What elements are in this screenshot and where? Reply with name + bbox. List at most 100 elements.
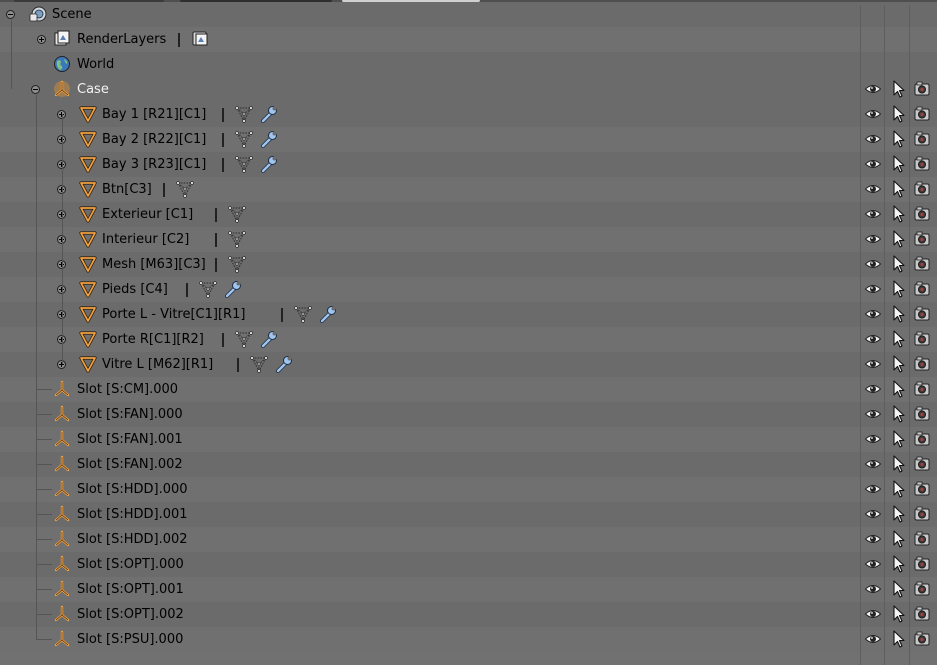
mesh-data-icon[interactable] bbox=[250, 355, 268, 373]
object-row-empty[interactable]: Slot [S:CM].000 bbox=[0, 377, 937, 402]
render-camera-icon[interactable] bbox=[913, 130, 931, 148]
wrench-modifier-icon[interactable] bbox=[260, 330, 278, 348]
selectability-cursor-icon[interactable] bbox=[889, 230, 907, 248]
object-row-mesh[interactable]: Btn[C3] bbox=[0, 177, 937, 202]
render-camera-icon[interactable] bbox=[913, 555, 931, 573]
selectability-cursor-icon[interactable] bbox=[889, 280, 907, 298]
selectability-cursor-icon[interactable] bbox=[889, 555, 907, 573]
visibility-eye-icon[interactable] bbox=[864, 255, 882, 273]
visibility-eye-icon[interactable] bbox=[864, 155, 882, 173]
mesh-data-icon[interactable] bbox=[228, 205, 246, 223]
render-camera-icon[interactable] bbox=[913, 230, 931, 248]
selectability-cursor-icon[interactable] bbox=[889, 180, 907, 198]
visibility-eye-icon[interactable] bbox=[864, 630, 882, 648]
selectability-cursor-icon[interactable] bbox=[889, 505, 907, 523]
scene-row[interactable]: Scene bbox=[0, 2, 937, 27]
render-camera-icon[interactable] bbox=[913, 430, 931, 448]
case-collapse-toggle[interactable] bbox=[31, 85, 40, 94]
render-layers-row[interactable]: RenderLayers bbox=[0, 27, 937, 52]
wrench-modifier-icon[interactable] bbox=[224, 280, 242, 298]
render-camera-icon[interactable] bbox=[913, 530, 931, 548]
object-row-mesh[interactable]: Pieds [C4] bbox=[0, 277, 937, 302]
selectability-cursor-icon[interactable] bbox=[889, 580, 907, 598]
selectability-cursor-icon[interactable] bbox=[889, 530, 907, 548]
render-camera-icon[interactable] bbox=[913, 180, 931, 198]
render-camera-icon[interactable] bbox=[913, 605, 931, 623]
visibility-eye-icon[interactable] bbox=[864, 330, 882, 348]
mesh-data-icon[interactable] bbox=[176, 180, 194, 198]
object-row-empty[interactable]: Slot [S:OPT].002 bbox=[0, 602, 937, 627]
selectability-cursor-icon[interactable] bbox=[889, 255, 907, 273]
render-layers-expand-toggle[interactable] bbox=[37, 35, 46, 44]
visibility-eye-icon[interactable] bbox=[864, 130, 882, 148]
mesh-data-icon[interactable] bbox=[235, 330, 253, 348]
mesh-data-icon[interactable] bbox=[235, 130, 253, 148]
visibility-eye-icon[interactable] bbox=[864, 405, 882, 423]
selectability-cursor-icon[interactable] bbox=[889, 205, 907, 223]
selectability-cursor-icon[interactable] bbox=[889, 355, 907, 373]
visibility-eye-icon[interactable] bbox=[864, 505, 882, 523]
render-camera-icon[interactable] bbox=[913, 280, 931, 298]
visibility-eye-icon[interactable] bbox=[864, 280, 882, 298]
wrench-modifier-icon[interactable] bbox=[319, 305, 337, 323]
render-camera-icon[interactable] bbox=[913, 305, 931, 323]
visibility-eye-icon[interactable] bbox=[864, 355, 882, 373]
render-camera-icon[interactable] bbox=[913, 505, 931, 523]
selectability-cursor-icon[interactable] bbox=[889, 305, 907, 323]
selectability-cursor-icon[interactable] bbox=[889, 105, 907, 123]
mesh-data-icon[interactable] bbox=[199, 280, 217, 298]
visibility-eye-icon[interactable] bbox=[864, 205, 882, 223]
visibility-eye-icon[interactable] bbox=[864, 430, 882, 448]
object-row-mesh[interactable]: Bay 3 [R23][C1] bbox=[0, 152, 937, 177]
object-row-empty[interactable]: Slot [S:OPT].001 bbox=[0, 577, 937, 602]
wrench-modifier-icon[interactable] bbox=[260, 105, 278, 123]
object-row-mesh[interactable]: Mesh [M63][C3] bbox=[0, 252, 937, 277]
render-camera-icon[interactable] bbox=[913, 580, 931, 598]
visibility-eye-icon[interactable] bbox=[864, 80, 882, 98]
case-row[interactable]: Case bbox=[0, 77, 937, 102]
render-camera-icon[interactable] bbox=[913, 255, 931, 273]
render-camera-icon[interactable] bbox=[913, 480, 931, 498]
selectability-cursor-icon[interactable] bbox=[889, 80, 907, 98]
mesh-data-icon[interactable] bbox=[235, 155, 253, 173]
wrench-modifier-icon[interactable] bbox=[260, 155, 278, 173]
render-camera-icon[interactable] bbox=[913, 405, 931, 423]
object-row-mesh[interactable]: Bay 1 [R21][C1] bbox=[0, 102, 937, 127]
visibility-eye-icon[interactable] bbox=[864, 605, 882, 623]
mesh-data-icon[interactable] bbox=[235, 105, 253, 123]
selectability-cursor-icon[interactable] bbox=[889, 630, 907, 648]
object-row-empty[interactable]: Slot [S:HDD].000 bbox=[0, 477, 937, 502]
object-row-mesh[interactable]: Porte R[C1][R2] bbox=[0, 327, 937, 352]
object-row-empty[interactable]: Slot [S:FAN].001 bbox=[0, 427, 937, 452]
selectability-cursor-icon[interactable] bbox=[889, 455, 907, 473]
selectability-cursor-icon[interactable] bbox=[889, 330, 907, 348]
object-row-mesh[interactable]: Vitre L [M62][R1] bbox=[0, 352, 937, 377]
object-row-empty[interactable]: Slot [S:OPT].000 bbox=[0, 552, 937, 577]
selectability-cursor-icon[interactable] bbox=[889, 605, 907, 623]
object-row-empty[interactable]: Slot [S:HDD].001 bbox=[0, 502, 937, 527]
visibility-eye-icon[interactable] bbox=[864, 230, 882, 248]
render-camera-icon[interactable] bbox=[913, 380, 931, 398]
scene-collapse-toggle[interactable] bbox=[6, 10, 15, 19]
object-row-empty[interactable]: Slot [S:PSU].000 bbox=[0, 627, 937, 652]
visibility-eye-icon[interactable] bbox=[864, 580, 882, 598]
object-row-mesh[interactable]: Porte L - Vitre[C1][R1] bbox=[0, 302, 937, 327]
render-camera-icon[interactable] bbox=[913, 80, 931, 98]
render-camera-icon[interactable] bbox=[913, 205, 931, 223]
render-camera-icon[interactable] bbox=[913, 630, 931, 648]
object-row-mesh[interactable]: Exterieur [C1] bbox=[0, 202, 937, 227]
visibility-eye-icon[interactable] bbox=[864, 380, 882, 398]
visibility-eye-icon[interactable] bbox=[864, 305, 882, 323]
world-row[interactable]: World bbox=[0, 52, 937, 77]
object-row-empty[interactable]: Slot [S:FAN].002 bbox=[0, 452, 937, 477]
visibility-eye-icon[interactable] bbox=[864, 105, 882, 123]
visibility-eye-icon[interactable] bbox=[864, 530, 882, 548]
mesh-data-icon[interactable] bbox=[228, 230, 246, 248]
render-layer-small-icon[interactable] bbox=[192, 30, 210, 48]
render-camera-icon[interactable] bbox=[913, 155, 931, 173]
selectability-cursor-icon[interactable] bbox=[889, 130, 907, 148]
selectability-cursor-icon[interactable] bbox=[889, 155, 907, 173]
visibility-eye-icon[interactable] bbox=[864, 455, 882, 473]
render-camera-icon[interactable] bbox=[913, 355, 931, 373]
selectability-cursor-icon[interactable] bbox=[889, 380, 907, 398]
